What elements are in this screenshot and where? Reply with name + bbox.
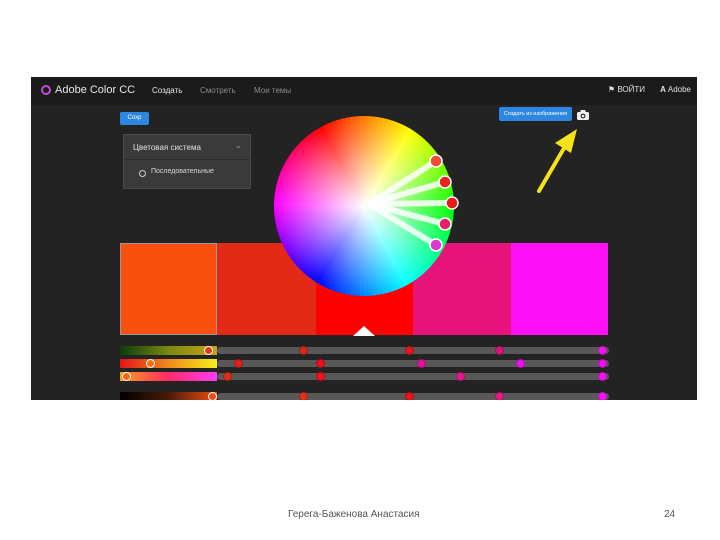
- slide-footer-author: Герега-Баженова Анастасия: [288, 509, 420, 520]
- wheel-color-marker[interactable]: [438, 217, 452, 231]
- slider-track[interactable]: [217, 373, 609, 380]
- slide-page-number: 24: [664, 509, 676, 520]
- slider-handle[interactable]: [495, 392, 504, 400]
- wheel-handle-line: [368, 200, 453, 207]
- slider-handle[interactable]: [516, 359, 525, 368]
- slider-handle[interactable]: [234, 359, 243, 368]
- slider-handle[interactable]: [204, 346, 213, 355]
- slider-handle[interactable]: [456, 372, 465, 381]
- wheel-color-marker[interactable]: [438, 175, 452, 189]
- slider-handle[interactable]: [598, 359, 607, 368]
- slider-handle[interactable]: [146, 359, 155, 368]
- slider-handle[interactable]: [598, 346, 607, 355]
- slider-handle[interactable]: [122, 372, 131, 381]
- slider-gradient: [120, 346, 217, 355]
- app-screenshot: Adobe Color CC Создать Смотреть Мои темы…: [31, 77, 697, 400]
- wheel-color-marker[interactable]: [429, 238, 443, 252]
- slider-handle[interactable]: [405, 346, 414, 355]
- slider-handle[interactable]: [495, 346, 504, 355]
- slider-track[interactable]: [217, 360, 609, 367]
- slider-handle[interactable]: [598, 372, 607, 381]
- wheel-color-marker[interactable]: [445, 196, 459, 210]
- slider-gradient: [120, 359, 217, 368]
- slider-handle[interactable]: [598, 392, 607, 400]
- slider-handle[interactable]: [299, 346, 308, 355]
- wheel-color-marker[interactable]: [429, 154, 443, 168]
- slider-handle[interactable]: [316, 372, 325, 381]
- slider-handle[interactable]: [417, 359, 426, 368]
- slider-gradient: [120, 372, 217, 381]
- slider-gradient: [120, 392, 217, 400]
- slider-handle[interactable]: [299, 392, 308, 400]
- slider-handle[interactable]: [405, 392, 414, 400]
- slider-handle[interactable]: [223, 372, 232, 381]
- slider-handle[interactable]: [208, 392, 217, 400]
- slider-handle[interactable]: [316, 359, 325, 368]
